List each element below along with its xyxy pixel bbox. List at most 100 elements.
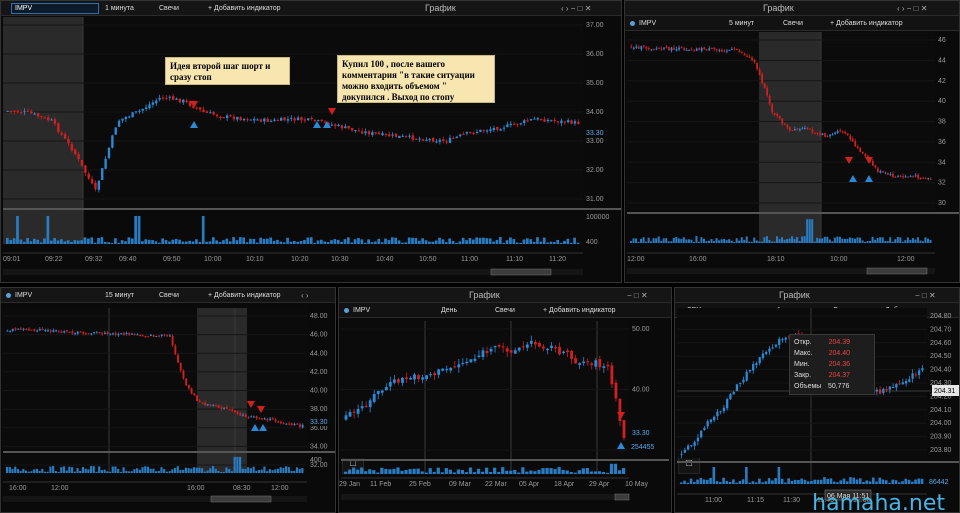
volume-bar — [14, 466, 17, 473]
volume-bar — [839, 480, 843, 484]
volume-bar — [8, 466, 11, 473]
volume-bar — [819, 479, 823, 484]
candle — [258, 418, 261, 420]
x-tick-label: 09:32 — [85, 256, 103, 263]
candle — [377, 132, 381, 135]
volume-bar — [899, 237, 902, 243]
candle — [177, 354, 179, 363]
volume-bar — [722, 477, 725, 484]
volume-bar — [647, 237, 650, 243]
candle — [401, 135, 404, 137]
candle — [582, 361, 586, 364]
volume-bar — [289, 241, 293, 244]
candle — [185, 100, 188, 103]
candle — [445, 141, 448, 143]
volume-bar — [803, 236, 806, 243]
volume-bar — [217, 470, 220, 473]
candle — [310, 117, 313, 119]
volume-bar — [380, 467, 384, 474]
chart-canvas[interactable]: 37.00 36.00 35.00 34.00 33.00 32.00 31.00 10000… — [1, 1, 622, 283]
candle — [776, 113, 779, 116]
candle — [131, 333, 133, 335]
volume-bar — [374, 241, 377, 244]
volume-bar — [176, 466, 179, 473]
volume-bar — [420, 471, 424, 474]
volume-bar — [559, 242, 563, 244]
candle — [763, 83, 766, 89]
volume-bar — [692, 241, 695, 243]
volume-bar — [748, 482, 751, 484]
candle — [919, 177, 922, 179]
volume-bar — [738, 480, 742, 484]
volume-bar — [191, 241, 195, 244]
volume-bar — [401, 242, 404, 244]
volume-bar — [461, 237, 465, 244]
candle — [198, 107, 202, 110]
volume-bar — [763, 237, 766, 243]
volume-bar — [120, 240, 124, 244]
volume-bar — [182, 469, 185, 473]
candle — [288, 423, 291, 425]
candle — [280, 421, 282, 424]
candle — [388, 134, 391, 137]
candle — [239, 117, 242, 121]
candle — [497, 345, 501, 347]
candle — [809, 128, 811, 130]
candle — [107, 147, 111, 158]
volume-bar — [693, 481, 696, 484]
volume-bar — [448, 238, 452, 244]
candle — [66, 330, 68, 332]
candle — [849, 135, 852, 140]
candle — [586, 361, 590, 363]
candle — [927, 178, 930, 180]
chart-canvas[interactable]: 48.0046.0044.0042.0040.0038.0036.0034.00… — [1, 288, 336, 513]
y-tick-label: 203.90 — [930, 434, 952, 441]
volume-bar — [242, 237, 246, 244]
candle — [174, 345, 177, 355]
candle — [645, 46, 648, 49]
candle — [144, 335, 147, 337]
chart-canvas[interactable]: 204.80204.70204.60204.50204.40204.30204.… — [675, 288, 960, 513]
volume-bar — [173, 468, 177, 473]
volume-bar — [49, 240, 53, 244]
chart-canvas[interactable]: 46 44 42 40 38 36 34 32 30 12:00 16:00 18:10 10:00 12… — [625, 1, 960, 283]
volume-bar — [771, 480, 774, 484]
volume-bar — [274, 469, 277, 473]
candle — [630, 46, 633, 48]
volume-bar — [6, 466, 9, 473]
candle — [602, 366, 606, 368]
volume-bar — [411, 237, 414, 244]
volume-bar — [396, 467, 400, 474]
volume-bar — [745, 236, 748, 243]
annotation-note-2[interactable]: Купил 100 , после вашего комментария "в … — [337, 55, 495, 103]
volume-bar — [30, 471, 33, 473]
candle — [225, 115, 229, 119]
volume-bar — [485, 467, 489, 474]
candle — [889, 174, 892, 176]
volume-tick-label: 400 — [586, 239, 598, 246]
candle — [798, 129, 801, 131]
candle — [250, 416, 253, 418]
candle — [650, 49, 653, 51]
volume-bar — [521, 467, 525, 474]
candle — [533, 341, 537, 345]
candle — [546, 348, 549, 351]
candle — [553, 120, 556, 122]
candle — [814, 132, 816, 134]
volume-bar — [68, 466, 71, 473]
chart-canvas[interactable]: 50.00 40.00 33.30 29 Jan 11 Feb 25 Feb 09 Mar 2… — [339, 288, 672, 513]
volume-bar — [755, 240, 758, 243]
annotation-note-1[interactable]: Идея второй шаг шорт и сразу стоп — [165, 57, 290, 85]
x-tick-label: 18:10 — [767, 256, 785, 263]
candle — [533, 118, 536, 120]
candle — [622, 420, 626, 438]
candle — [904, 176, 907, 178]
candle — [364, 405, 368, 407]
candle — [706, 421, 709, 427]
x-tick-label: 11:00 — [705, 497, 722, 504]
volume-bar — [532, 241, 536, 244]
candle — [236, 411, 239, 414]
volume-bar — [203, 471, 206, 473]
candle — [350, 127, 354, 131]
candle — [469, 359, 473, 363]
